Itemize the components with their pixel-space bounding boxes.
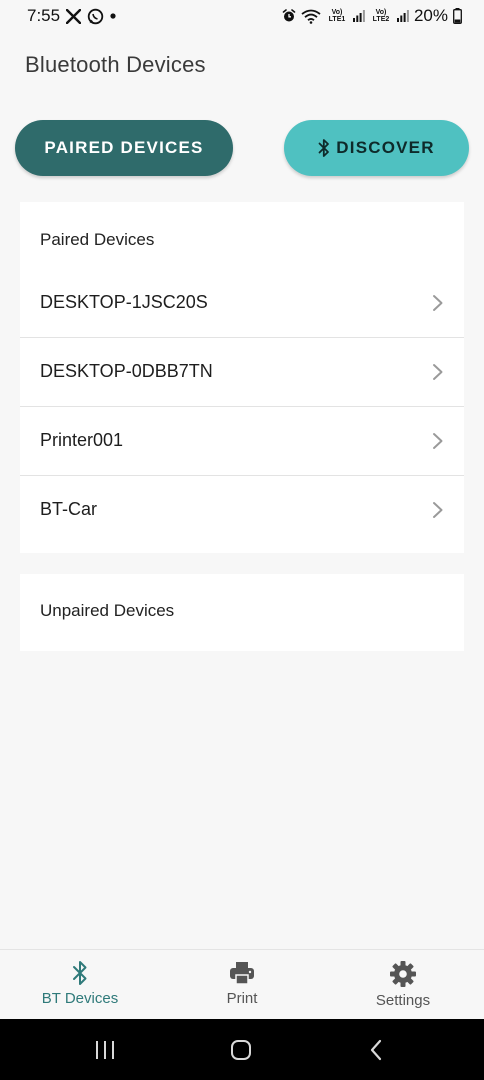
device-row[interactable]: DESKTOP-1JSC20S <box>20 268 464 337</box>
system-nav-bar <box>0 1019 484 1080</box>
lte2-label: Vo) LTE2 <box>372 9 390 23</box>
device-name: BT-Car <box>40 499 98 519</box>
discover-button-label: DISCOVER <box>336 138 435 157</box>
status-left: 7:55 <box>27 6 116 26</box>
nav-label: BT Devices <box>41 990 119 1007</box>
status-time: 7:55 <box>27 6 61 25</box>
nav-settings[interactable]: Settings <box>343 960 463 1016</box>
nav-label: Settings <box>375 992 431 1009</box>
device-name: DESKTOP-1JSC20S <box>40 292 208 312</box>
chevron-right-icon <box>432 294 444 312</box>
unpaired-devices-card: Unpaired Devices <box>20 574 464 651</box>
status-right: Vo) LTE1 Vo) LTE2 20% <box>282 6 462 26</box>
x-logo-icon <box>66 8 82 24</box>
lte1-label: Vo) LTE1 <box>328 9 346 23</box>
signal-icon <box>352 10 365 22</box>
dot-icon <box>110 13 116 19</box>
gear-icon <box>389 960 417 988</box>
page-title: Bluetooth Devices <box>25 52 206 77</box>
chevron-right-icon <box>432 432 444 450</box>
device-row[interactable]: Printer001 <box>20 406 464 475</box>
recent-apps-button[interactable] <box>93 1037 117 1063</box>
paired-devices-heading: Paired Devices <box>40 230 155 249</box>
discover-button[interactable]: DISCOVER <box>284 120 469 176</box>
chevron-right-icon <box>432 501 444 519</box>
chevron-right-icon <box>432 363 444 381</box>
device-name: DESKTOP-0DBB7TN <box>40 361 213 381</box>
paired-devices-card: Paired Devices DESKTOP-1JSC20S DESKTOP-0… <box>20 202 464 553</box>
printer-icon <box>229 960 255 986</box>
paired-devices-button[interactable]: PAIRED DEVICES <box>15 120 233 176</box>
back-icon <box>370 1039 382 1061</box>
alarm-icon <box>282 9 296 23</box>
bottom-nav: BT Devices Print Settings <box>0 949 484 1019</box>
recent-apps-icon <box>96 1041 114 1059</box>
unpaired-devices-heading: Unpaired Devices <box>40 601 175 620</box>
device-row[interactable]: DESKTOP-0DBB7TN <box>20 337 464 406</box>
device-name: Printer001 <box>40 430 124 450</box>
back-button[interactable] <box>366 1037 386 1063</box>
nav-print[interactable]: Print <box>182 960 302 1016</box>
home-button[interactable] <box>229 1037 253 1063</box>
battery-level: 20% <box>413 6 448 25</box>
nav-bt-devices[interactable]: BT Devices <box>20 960 140 1016</box>
status-bar: 7:55 Vo) LTE1 Vo) LTE2 20% <box>0 0 484 32</box>
paired-devices-button-label: PAIRED DEVICES <box>44 138 204 157</box>
screen: 7:55 Vo) LTE1 Vo) LTE2 20% Bluetooth Dev… <box>0 0 484 1080</box>
bluetooth-icon <box>72 960 88 986</box>
battery-icon <box>453 8 462 24</box>
home-icon <box>231 1040 251 1060</box>
bluetooth-icon <box>318 138 330 158</box>
nav-label: Print <box>226 990 258 1007</box>
device-row[interactable]: BT-Car <box>20 475 464 544</box>
whatsapp-icon <box>87 8 104 25</box>
signal-icon <box>396 10 409 22</box>
wifi-icon <box>301 9 321 24</box>
